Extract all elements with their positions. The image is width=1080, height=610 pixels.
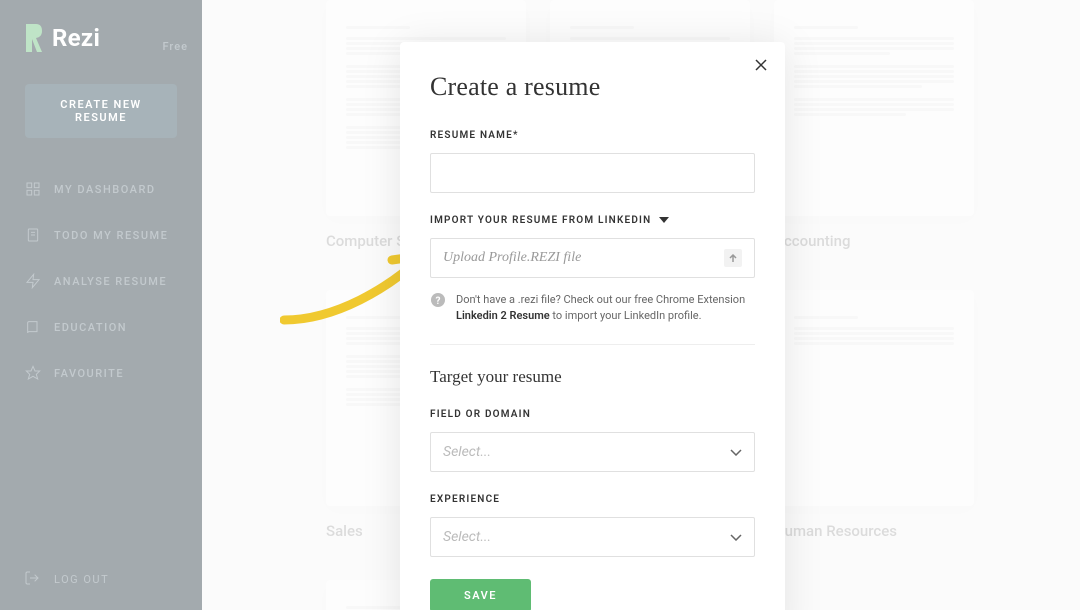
linkedin-help-text: ? Don't have a .rezi file? Check out our… [430, 292, 755, 324]
resume-name-input[interactable] [430, 153, 755, 193]
divider [430, 344, 755, 345]
chrome-extension-link[interactable]: Linkedin 2 Resume [456, 309, 550, 322]
experience-select[interactable]: Select... [430, 517, 755, 557]
chevron-down-icon [730, 444, 742, 460]
help-icon: ? [430, 292, 448, 310]
upload-rezi-file-button[interactable]: Upload Profile.REZI file [430, 238, 755, 278]
field-domain-label: FIELD OR DOMAIN [430, 409, 755, 420]
close-icon [755, 59, 767, 71]
create-resume-modal: Create a resume RESUME NAME* IMPORT YOUR… [400, 42, 785, 610]
target-section-title: Target your resume [430, 367, 755, 387]
modal-title: Create a resume [430, 72, 755, 102]
select-placeholder: Select... [443, 444, 491, 460]
svg-text:?: ? [436, 296, 441, 307]
import-linkedin-label-text: IMPORT YOUR RESUME FROM LINKEDIN [430, 215, 651, 226]
save-button[interactable]: SAVE [430, 579, 531, 610]
select-placeholder: Select... [443, 529, 491, 545]
resume-name-label: RESUME NAME* [430, 130, 755, 141]
upload-placeholder: Upload Profile.REZI file [443, 250, 581, 266]
upload-icon [724, 249, 742, 267]
import-linkedin-label: IMPORT YOUR RESUME FROM LINKEDIN [430, 215, 755, 226]
close-button[interactable] [753, 57, 769, 73]
chevron-down-icon [730, 529, 742, 545]
field-domain-select[interactable]: Select... [430, 432, 755, 472]
experience-label: EXPERIENCE [430, 494, 755, 505]
help-text-content: Don't have a .rezi file? Check out our f… [456, 292, 755, 324]
caret-down-icon [659, 215, 669, 226]
